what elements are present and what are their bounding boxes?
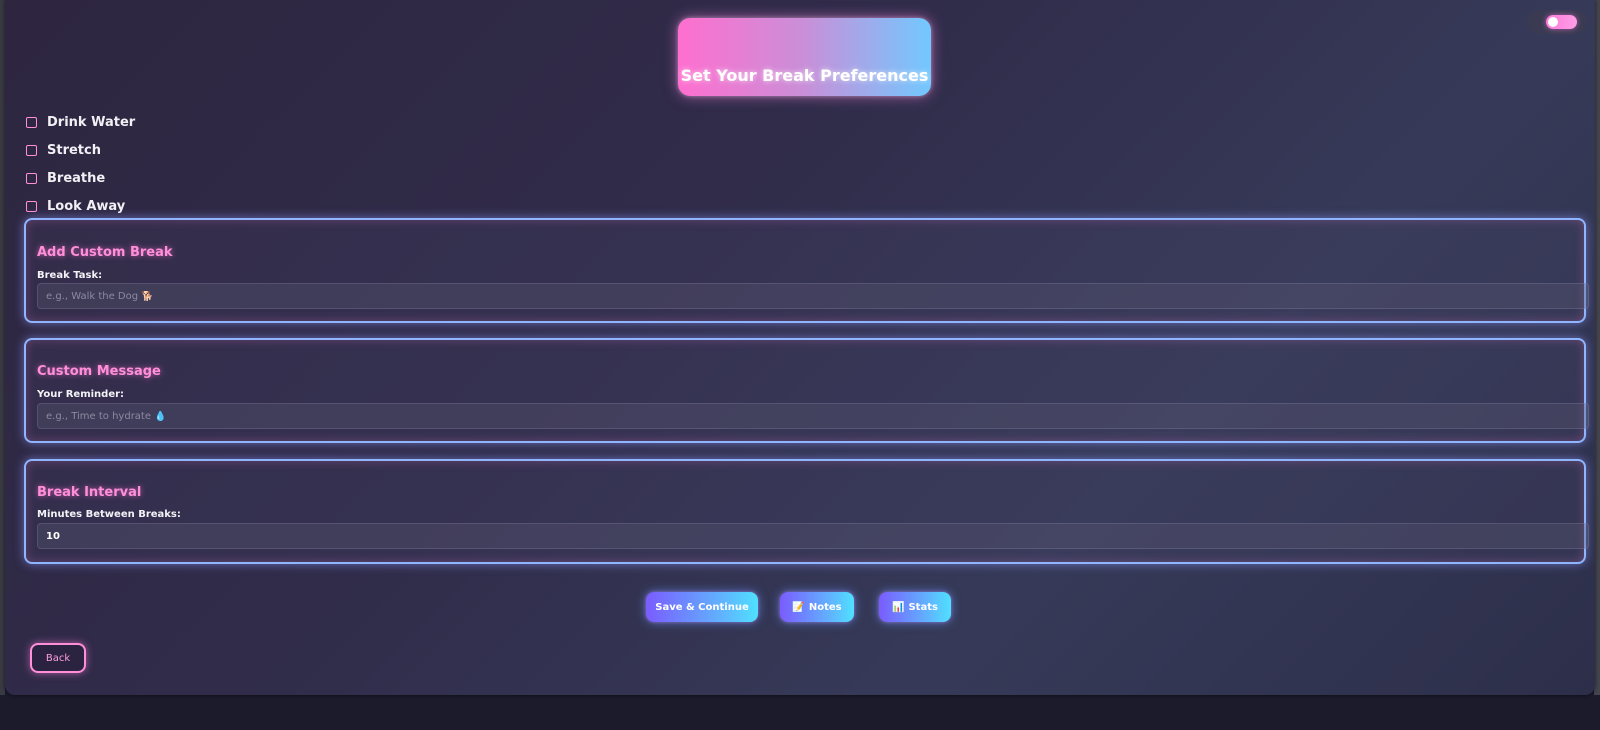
theme-toggle-knob[interactable] [1548,17,1558,27]
custom-message-panel: Custom Message Your Reminder: [24,338,1589,443]
save-continue-button[interactable]: Save & Continue [646,592,758,622]
custom-break-title: Add Custom Break [37,245,173,260]
theme-toggle[interactable] [1527,10,1587,34]
stretch-label[interactable]: Stretch [47,143,101,158]
notes-button[interactable]: 📝 Notes [780,592,854,622]
theme-toggle-track[interactable] [1546,15,1577,29]
preset-break-drink-water[interactable]: Drink Water [25,108,135,136]
break-task-label: Break Task: [37,270,103,281]
stats-button[interactable]: 📊 Stats [879,592,951,622]
app-window: Set Your Break Preferences Drink Water S… [5,0,1595,695]
break-task-input[interactable] [37,283,1589,309]
preset-break-breathe[interactable]: Breathe [25,164,135,192]
notepad-icon: 📝 [792,601,805,613]
back-button[interactable]: Back [30,643,86,673]
stretch-checkbox[interactable] [26,144,37,156]
custom-break-panel: Add Custom Break Break Task: [24,218,1589,323]
save-continue-label: Save & Continue [655,601,749,613]
break-interval-panel: Break Interval Minutes Between Breaks: [24,459,1589,564]
page-bottom-strip [0,695,1600,730]
minutes-between-breaks-input[interactable] [37,523,1589,549]
stats-label: Stats [908,601,938,613]
preset-break-list: Drink Water Stretch Breathe Look Away [25,108,135,220]
drink-water-label[interactable]: Drink Water [47,115,135,130]
drink-water-checkbox[interactable] [26,116,37,128]
look-away-checkbox[interactable] [26,200,37,212]
preset-break-look-away[interactable]: Look Away [25,192,135,220]
breathe-checkbox[interactable] [26,172,37,184]
bar-chart-icon: 📊 [892,601,905,613]
look-away-label[interactable]: Look Away [47,199,125,214]
reminder-label: Your Reminder: [37,389,125,400]
break-interval-title: Break Interval [37,485,142,500]
custom-message-title: Custom Message [37,364,161,379]
notes-label: Notes [808,601,842,613]
page-title: Set Your Break Preferences [680,66,929,85]
preset-break-stretch[interactable]: Stretch [25,136,135,164]
back-label: Back [45,652,71,664]
minutes-between-breaks-label: Minutes Between Breaks: [37,509,181,520]
reminder-input[interactable] [37,403,1589,429]
page-title-card: Set Your Break Preferences [678,18,931,96]
breathe-label[interactable]: Breathe [47,171,105,186]
